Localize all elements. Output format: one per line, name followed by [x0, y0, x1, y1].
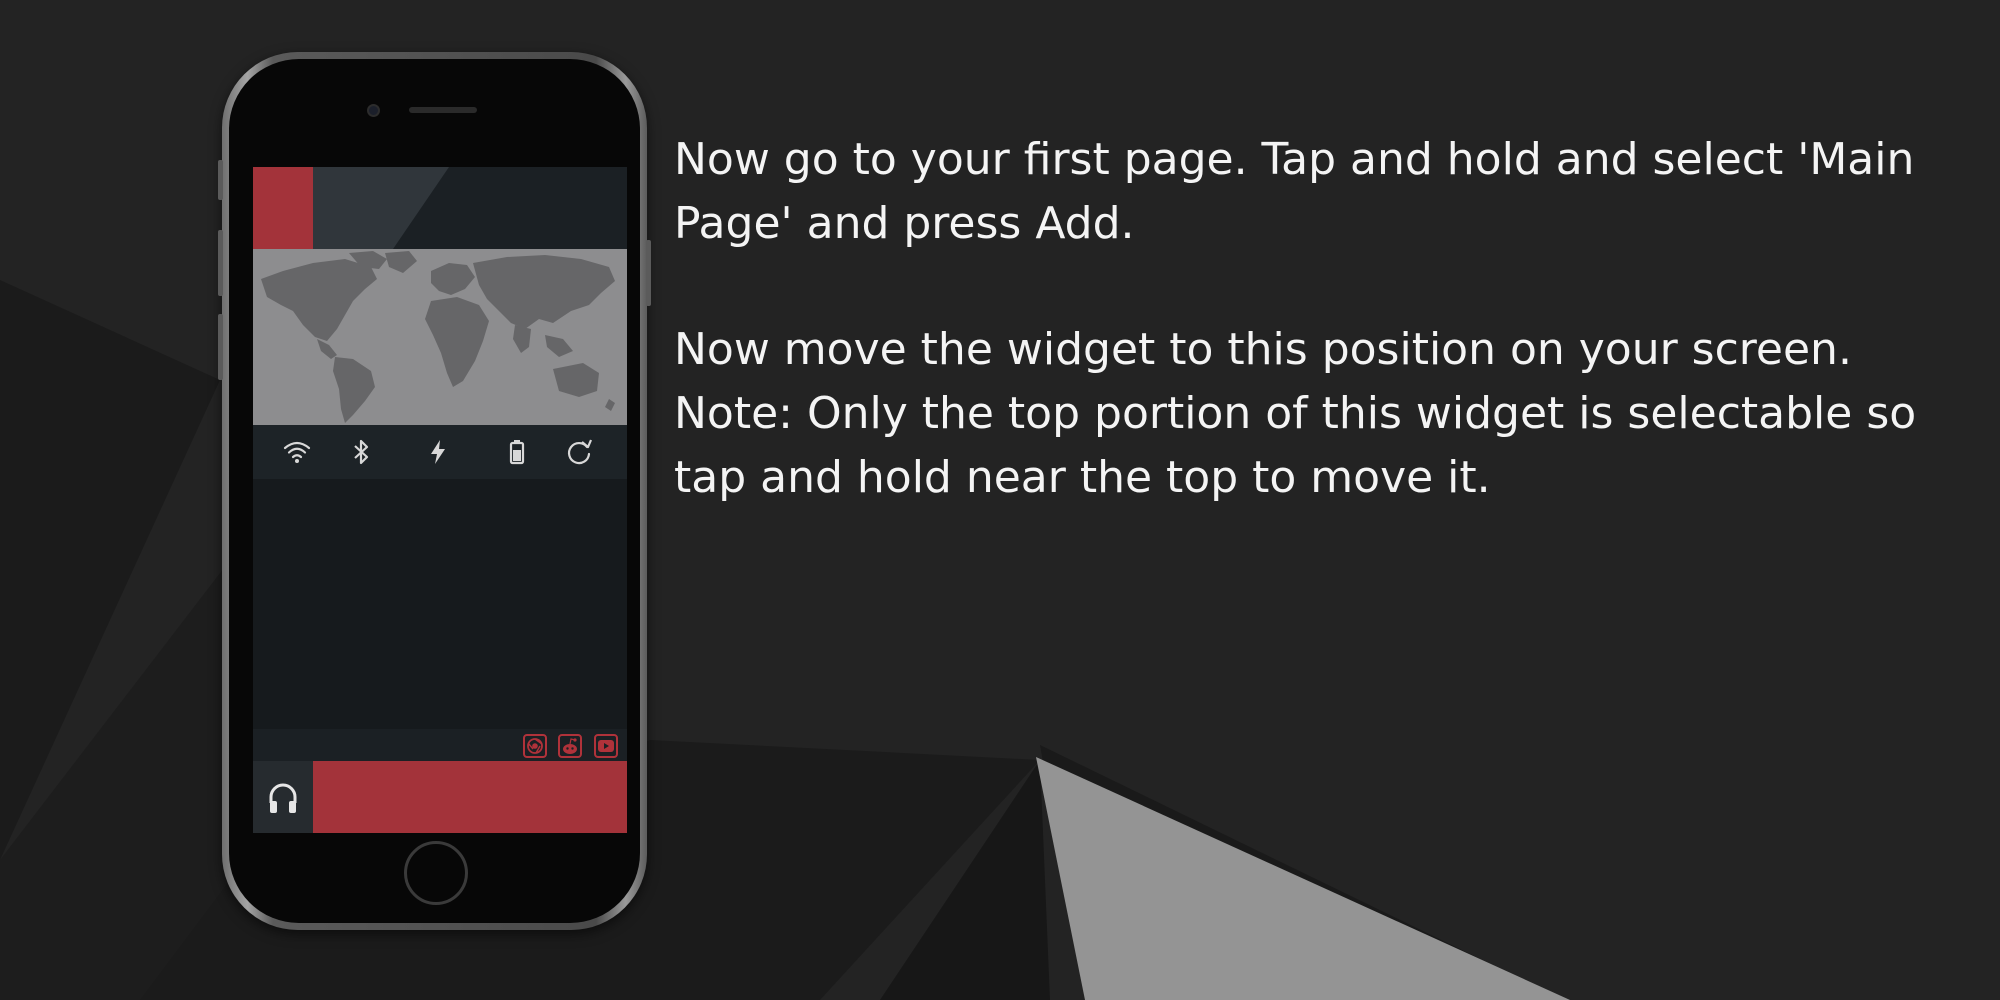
instruction-step-move: Now move the widget to this position on …	[674, 324, 1917, 503]
reddit-icon[interactable]	[558, 734, 582, 758]
bluetooth-icon[interactable]	[344, 435, 378, 469]
volume-up-button	[218, 230, 223, 296]
instruction-text: Now go to your first page. Tap and hold …	[674, 128, 1974, 510]
phone-mockup	[218, 52, 651, 930]
world-map-icon	[261, 251, 615, 423]
refresh-icon[interactable]	[562, 435, 596, 469]
widget-top-bar[interactable]	[253, 167, 627, 249]
phone-screen	[253, 167, 627, 833]
chrome-icon[interactable]	[523, 734, 547, 758]
music-player-bar	[253, 761, 627, 833]
earpiece-speaker	[409, 107, 477, 113]
volume-down-button	[218, 314, 223, 380]
widget-empty-area	[253, 479, 627, 729]
wifi-icon[interactable]	[280, 435, 314, 469]
battery-icon[interactable]	[500, 435, 534, 469]
home-button	[404, 841, 468, 905]
status-icon-row	[253, 425, 627, 479]
world-map	[253, 249, 627, 425]
youtube-icon[interactable]	[594, 734, 618, 758]
headphones-icon	[269, 783, 297, 813]
lightning-icon[interactable]	[421, 435, 455, 469]
phone-body	[229, 59, 640, 923]
instruction-step-add: Now go to your first page. Tap and hold …	[674, 134, 1915, 249]
app-shortcut-strip	[253, 729, 627, 761]
widget-red-tab[interactable]	[253, 167, 313, 249]
mute-switch	[218, 160, 223, 200]
power-button	[646, 240, 651, 306]
headphones-button[interactable]	[253, 761, 313, 833]
music-info-panel[interactable]	[313, 761, 627, 833]
front-camera-icon	[367, 104, 380, 117]
